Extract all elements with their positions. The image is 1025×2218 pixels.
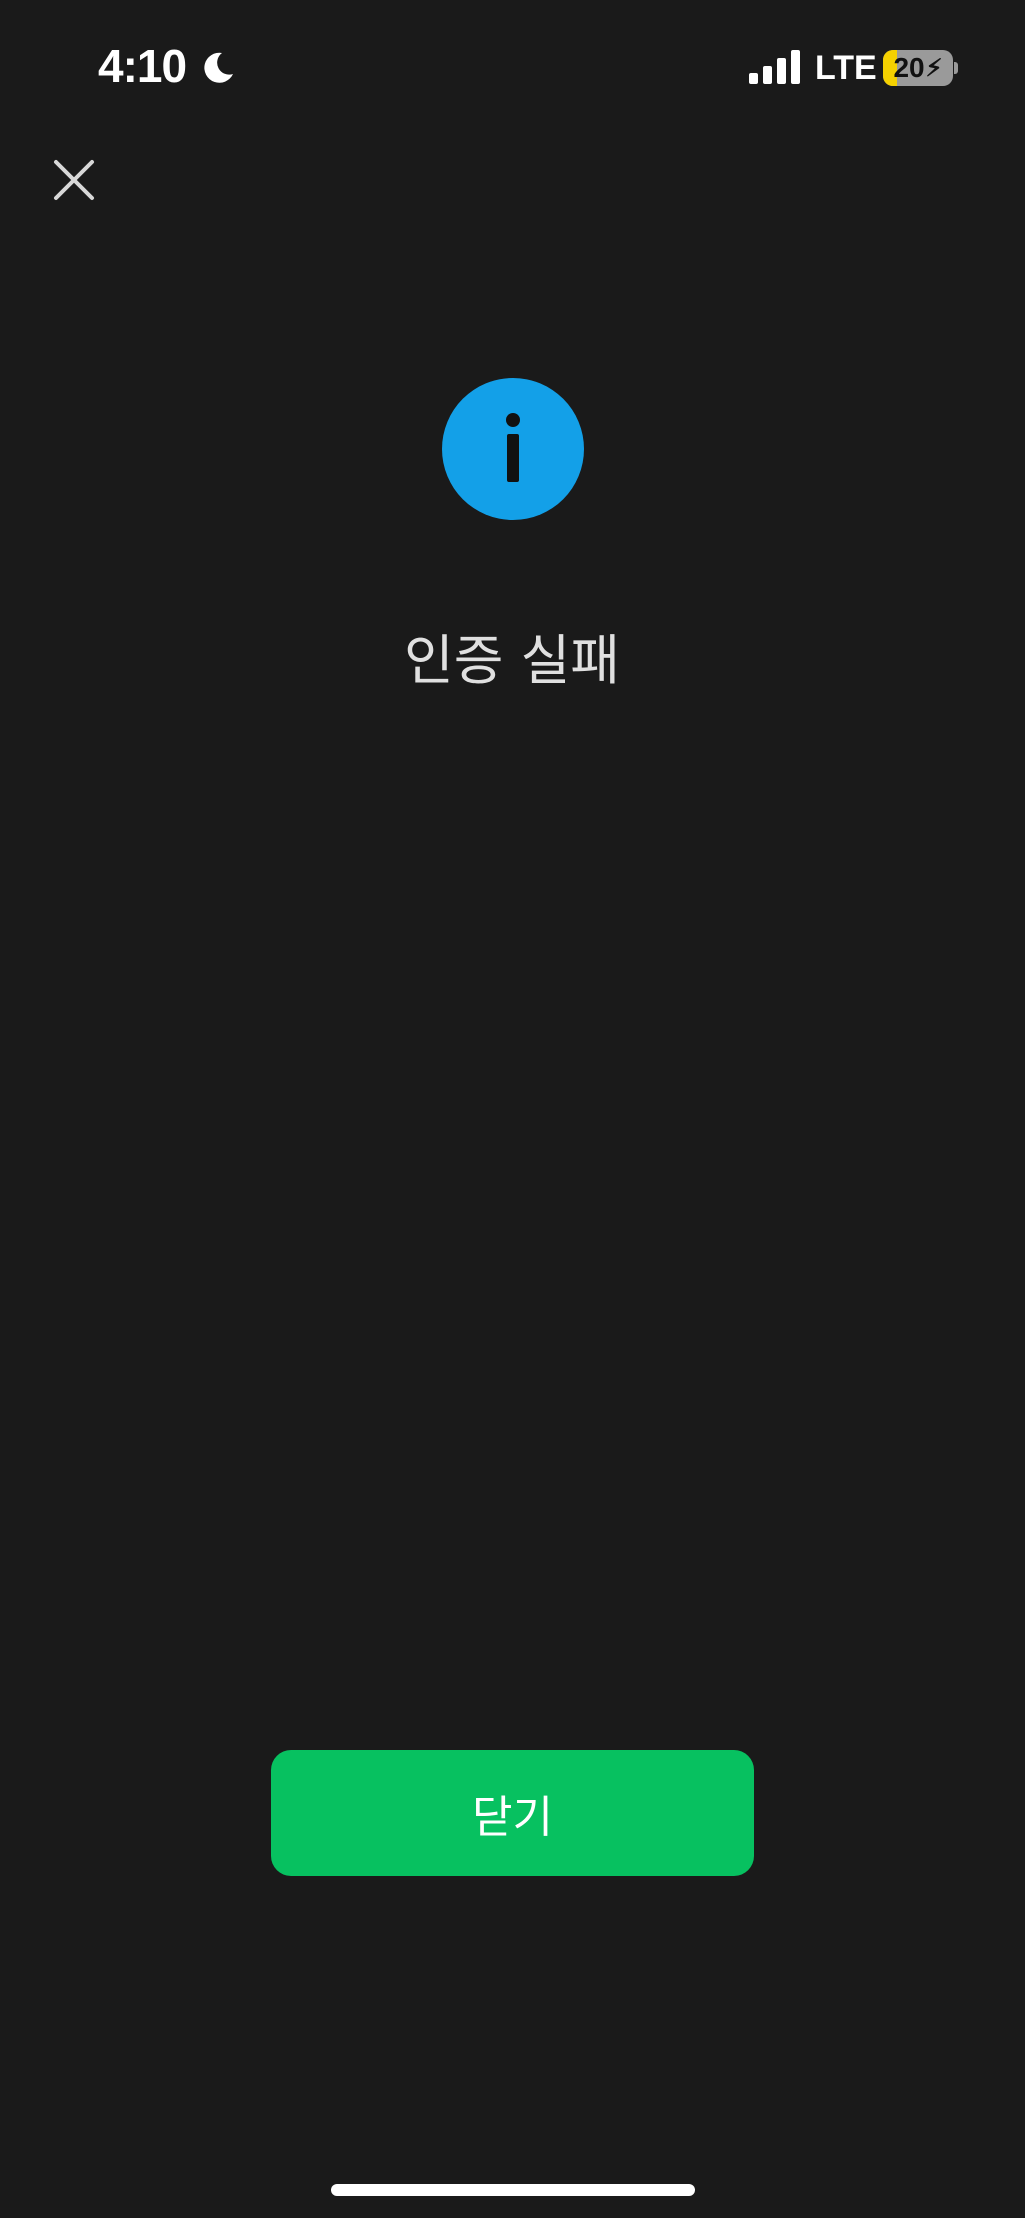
home-indicator[interactable]	[331, 2184, 695, 2196]
page-title: 인증 실패	[404, 629, 620, 692]
moon-icon	[204, 52, 233, 83]
battery-indicator: 20 ⚡︎	[883, 50, 953, 86]
close-button[interactable]	[44, 150, 104, 210]
battery-percent-text: 20	[893, 52, 925, 83]
status-time: 4:10	[98, 40, 187, 92]
close-action-button[interactable]: 닫기	[271, 1750, 754, 1876]
signal-icon	[749, 50, 800, 84]
info-icon	[442, 378, 584, 520]
status-bar: 4:10 LTE 20 ⚡︎	[0, 0, 1025, 130]
network-type-label: LTE	[815, 49, 877, 87]
battery-level-label: 20 ⚡︎	[883, 50, 953, 86]
battery-cap	[954, 62, 958, 74]
bolt-icon: ⚡︎	[925, 54, 943, 82]
close-icon	[54, 160, 94, 200]
